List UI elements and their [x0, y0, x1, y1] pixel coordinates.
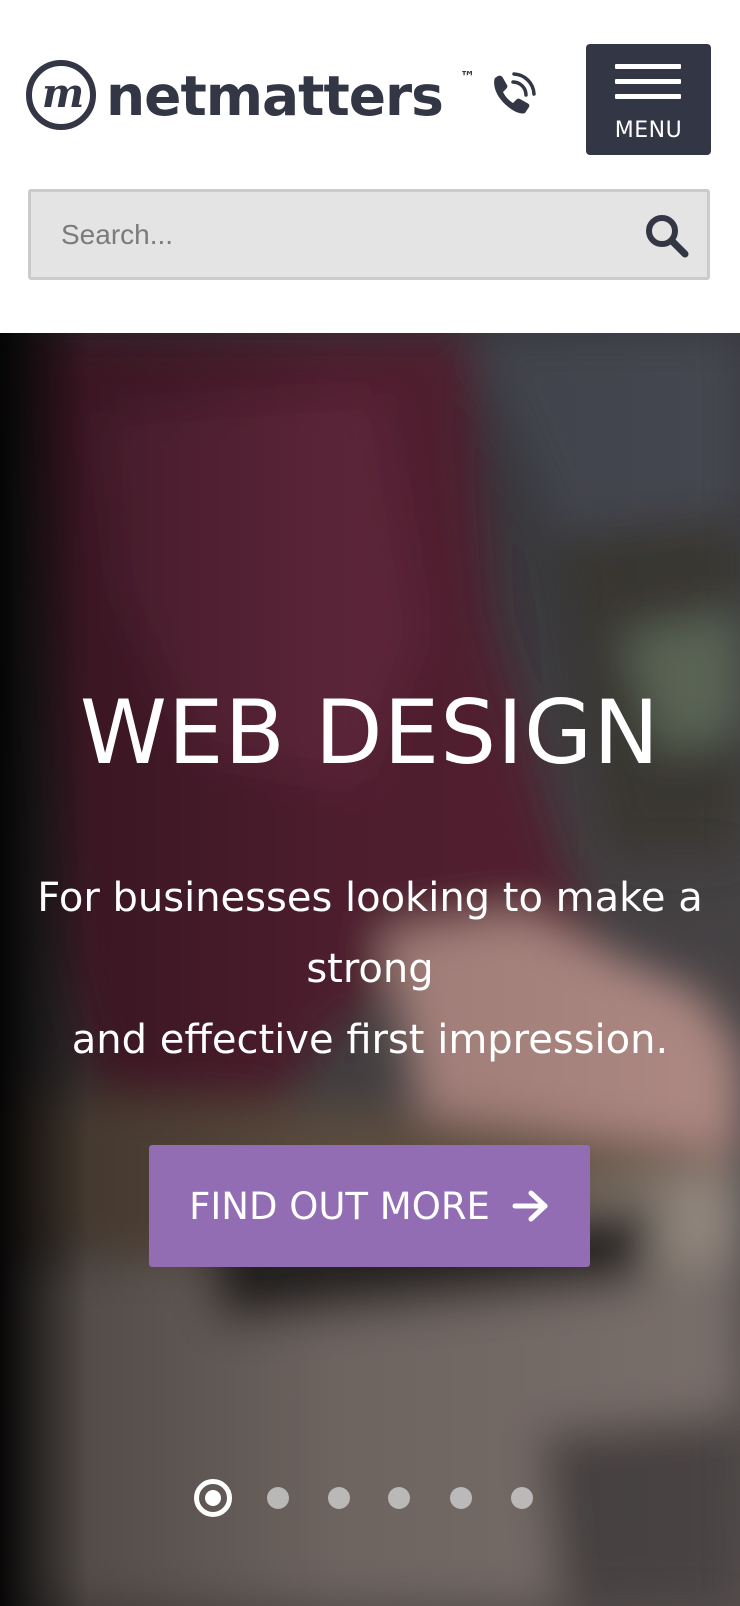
hamburger-icon-bar	[615, 94, 681, 99]
logo-trademark: ™	[460, 68, 475, 86]
find-out-more-label: FIND OUT MORE	[189, 1184, 490, 1228]
hero-subtitle-line-2: and effective first impression.	[71, 1017, 669, 1063]
carousel-dot[interactable]	[388, 1487, 410, 1509]
logo-mark-letter: m	[41, 69, 84, 117]
carousel-pagination	[0, 1473, 740, 1523]
arrow-right-icon	[512, 1190, 548, 1222]
search-bar	[28, 189, 710, 280]
site-header: m netmatters ™ MENU	[0, 0, 740, 333]
hero-subtitle: For businesses looking to make a strong …	[30, 863, 710, 1076]
hero-subtitle-line-1: For businesses looking to make a strong	[37, 875, 703, 992]
carousel-dot[interactable]	[511, 1487, 533, 1509]
netmatters-logo[interactable]: m netmatters ™	[26, 58, 536, 138]
find-out-more-button[interactable]: FIND OUT MORE	[149, 1145, 590, 1267]
logo-mark-icon: m	[26, 60, 96, 130]
search-icon[interactable]	[643, 212, 691, 260]
hero-title: WEB DESIGN	[79, 681, 661, 784]
hero-carousel: WEB DESIGN For businesses looking to mak…	[0, 333, 740, 1606]
carousel-dot[interactable]	[328, 1487, 350, 1509]
phone-icon[interactable]	[486, 70, 538, 122]
menu-label: MENU	[614, 118, 683, 143]
hamburger-icon-bar	[615, 79, 681, 84]
carousel-dot[interactable]	[267, 1487, 289, 1509]
carousel-dot[interactable]	[194, 1479, 232, 1517]
carousel-dot[interactable]	[450, 1487, 472, 1509]
search-input[interactable]	[61, 212, 621, 257]
hamburger-icon	[615, 64, 681, 69]
menu-button[interactable]: MENU	[586, 44, 711, 155]
logo-wordmark: netmatters	[106, 64, 444, 128]
